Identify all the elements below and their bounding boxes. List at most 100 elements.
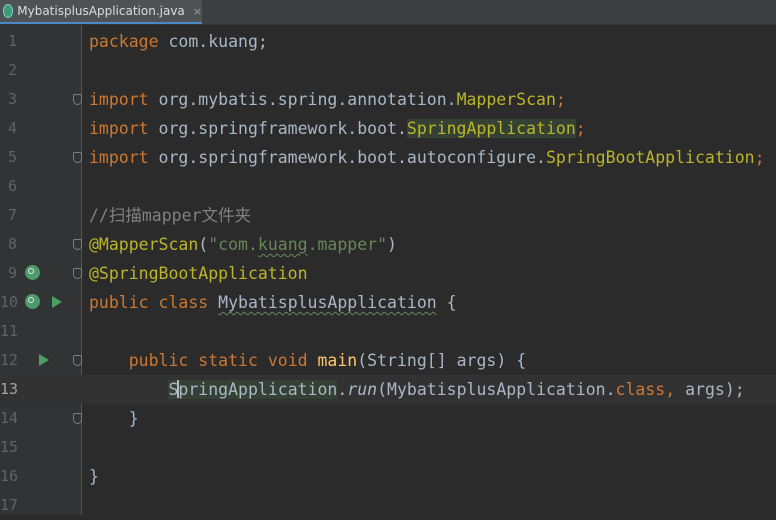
class-ref-rest: pringApplication	[178, 380, 338, 399]
keyword: public static void	[128, 351, 308, 370]
line-number: 6	[7, 177, 17, 195]
gutter-line: 6	[0, 172, 82, 201]
line-number: 9	[7, 264, 17, 282]
spring-bean-icon[interactable]	[25, 265, 40, 280]
code-line-13-current: SpringApplication.run(MybatisplusApplica…	[82, 375, 776, 404]
code-line-16: }	[82, 462, 776, 491]
dot: .	[337, 380, 348, 399]
gutter-line: 5	[0, 143, 82, 172]
fold-marker-icon[interactable]	[73, 94, 82, 105]
string-literal: .mapper"	[307, 235, 388, 254]
code-line-10: public class MybatisplusApplication {	[82, 288, 776, 317]
gutter-line: 10	[0, 288, 82, 317]
import-class-highlighted: SpringApplication	[406, 119, 576, 138]
keyword: package	[89, 32, 159, 51]
tab-mybatisplus-application[interactable]: MybatisplusApplication.java ×	[0, 0, 202, 24]
keyword: import	[89, 119, 149, 138]
editor-tab-bar: MybatisplusApplication.java ×	[0, 0, 776, 25]
brace: {	[436, 293, 457, 312]
gutter-line: 14	[0, 404, 82, 433]
run-icon[interactable]	[52, 296, 62, 308]
semicolon: ;	[754, 148, 765, 167]
annotation: @SpringBootApplication	[89, 264, 308, 283]
code-line-12: public static void main(String[] args) {	[82, 346, 776, 375]
arguments: (MybatisplusApplication.	[377, 380, 616, 399]
keyword: import	[89, 90, 149, 109]
import-package: org.mybatis.spring.annotation.	[148, 90, 457, 109]
gutter-line: 9	[0, 259, 82, 288]
tab-label: MybatisplusApplication.java	[17, 4, 185, 18]
keyword: class	[615, 380, 666, 399]
editor-gutter[interactable]: 1 2 3 4 5 6 7 8 9 10 11 12 13 14 15 16 1…	[0, 25, 82, 515]
fold-marker-icon[interactable]	[73, 355, 82, 366]
line-number: 1	[7, 32, 17, 50]
annotation: @MapperScan	[89, 235, 199, 254]
spring-bean-icon[interactable]	[25, 294, 40, 309]
gutter-line: 3	[0, 85, 82, 114]
semicolon: ;	[575, 119, 586, 138]
line-number: 16	[0, 467, 19, 485]
gutter-line: 2	[0, 56, 82, 85]
line-number: 12	[0, 351, 19, 369]
method-name: main	[317, 351, 358, 370]
gutter-line: 16	[0, 462, 82, 491]
code-line-8: @MapperScan("com.kuang.mapper")	[82, 230, 776, 259]
line-number: 3	[7, 90, 17, 108]
method-call: run	[347, 380, 378, 399]
import-package: org.springframework.boot.autoconfigure.	[148, 148, 546, 167]
fold-marker-icon[interactable]	[73, 239, 82, 250]
semicolon: ;	[555, 90, 566, 109]
line-number: 5	[7, 148, 17, 166]
gutter-line: 8	[0, 230, 82, 259]
gutter-line: 17	[0, 491, 82, 520]
string-literal: "com.	[208, 235, 258, 254]
line-number: 13	[0, 380, 19, 398]
gutter-line-current: 13	[0, 375, 82, 404]
code-line-7: //扫描mapper文件夹	[82, 201, 776, 230]
code-line-1: package com.kuang;	[82, 27, 776, 56]
line-number: 15	[0, 438, 19, 456]
arguments-end: args);	[675, 380, 745, 399]
code-line-14: }	[82, 404, 776, 433]
class-ref-highlighted: SpringApplication	[168, 380, 338, 399]
line-number: 8	[7, 235, 17, 253]
gutter-line: 7	[0, 201, 82, 230]
paren: (	[198, 235, 209, 254]
line-number: 4	[7, 119, 17, 137]
brace: }	[128, 409, 139, 428]
comment: //扫描mapper文件夹	[89, 206, 251, 225]
gutter-line: 11	[0, 317, 82, 346]
fold-marker-icon[interactable]	[73, 152, 82, 163]
paren: )	[387, 235, 397, 254]
import-package: org.springframework.boot.	[148, 119, 407, 138]
class-name: MybatisplusApplication	[218, 293, 437, 312]
gutter-line: 4	[0, 114, 82, 143]
spring-class-icon	[3, 4, 14, 18]
code-line-9: @SpringBootApplication	[82, 259, 776, 288]
line-number: 14	[0, 409, 19, 427]
close-icon[interactable]: ×	[193, 5, 202, 18]
run-icon[interactable]	[39, 354, 49, 366]
keyword: class	[148, 293, 209, 312]
line-number: 10	[0, 293, 19, 311]
code-line-3: import org.mybatis.spring.annotation.Map…	[82, 85, 776, 114]
gutter-line: 1	[0, 27, 82, 56]
keyword: public	[89, 293, 149, 312]
comma: ,	[665, 380, 676, 399]
import-class: SpringBootApplication	[545, 148, 755, 167]
string-typo: kuang	[257, 235, 308, 254]
fold-marker-icon[interactable]	[73, 413, 82, 424]
fold-marker-icon[interactable]	[73, 268, 82, 279]
code-line-4: import org.springframework.boot.SpringAp…	[82, 114, 776, 143]
package-name: com.kuang;	[158, 32, 268, 51]
code-editor[interactable]: package com.kuang; import org.mybatis.sp…	[82, 25, 776, 515]
line-number: 17	[0, 496, 19, 514]
line-number: 2	[7, 61, 17, 79]
line-number: 7	[7, 206, 17, 224]
import-class: MapperScan	[456, 90, 556, 109]
